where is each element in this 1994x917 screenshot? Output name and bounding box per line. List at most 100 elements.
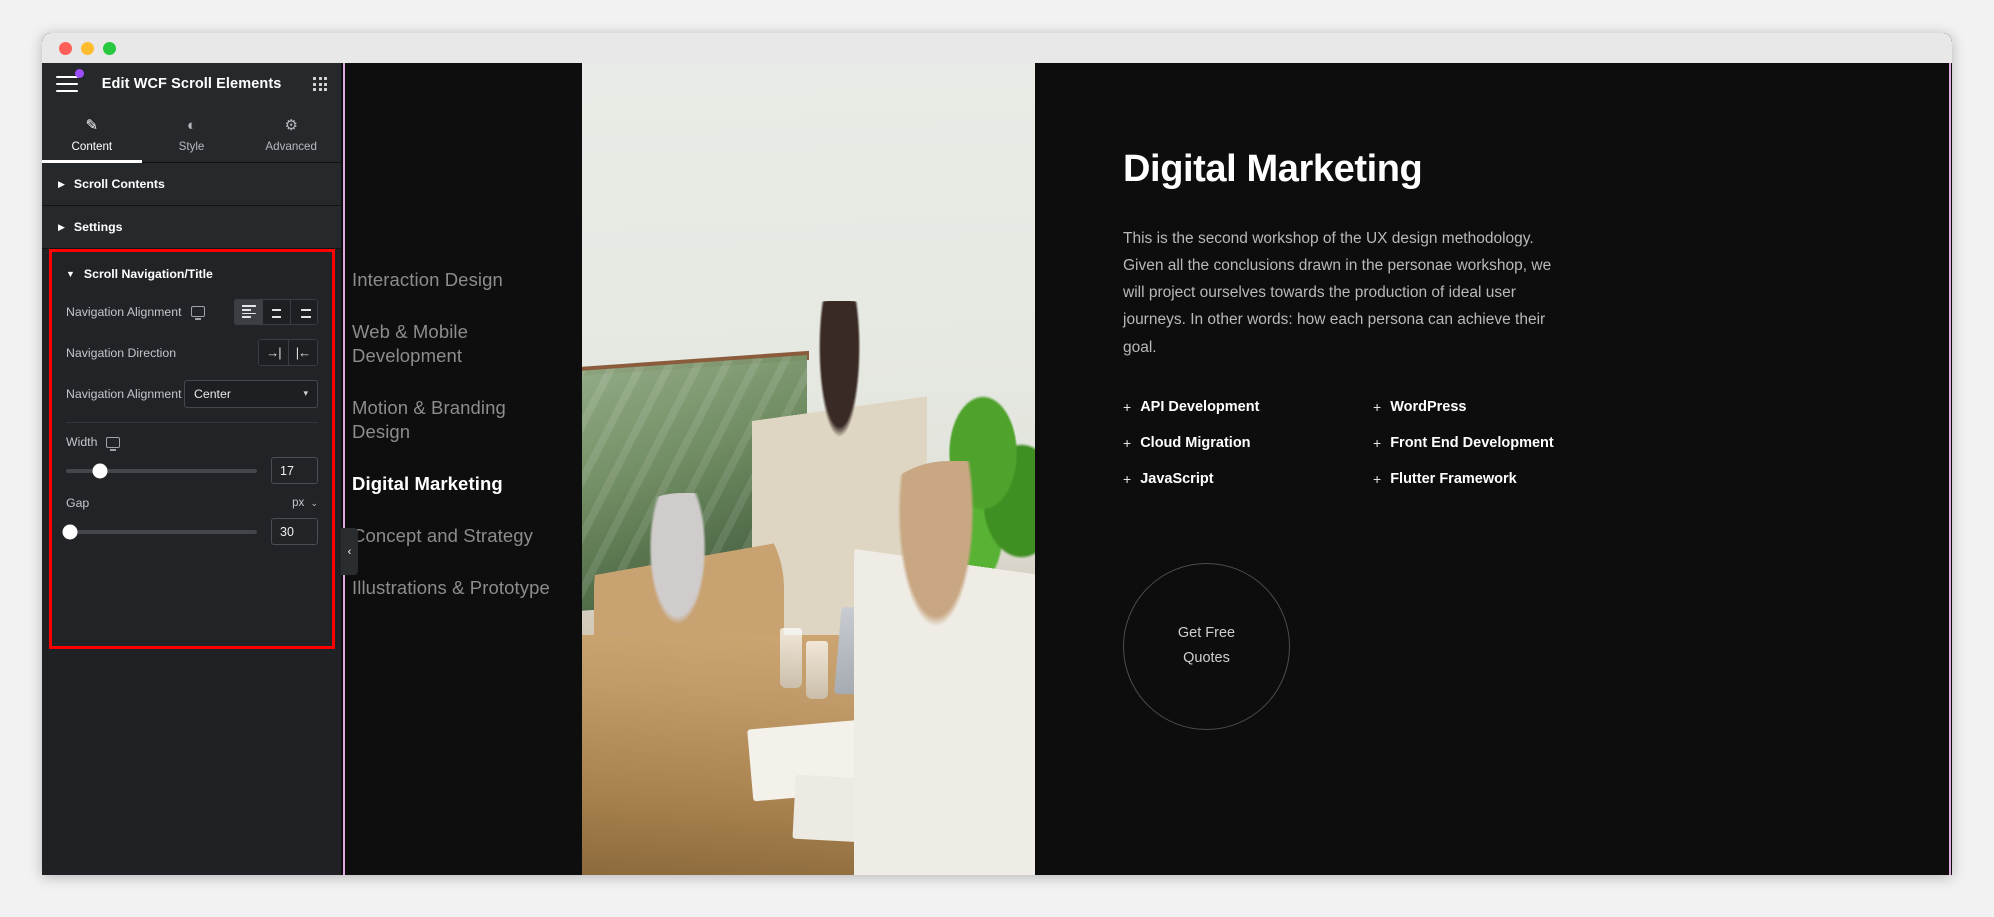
section-scroll-navigation-title-label: Scroll Navigation/Title xyxy=(83,267,213,281)
feature-item-front-end-development[interactable]: + Front End Development xyxy=(1373,435,1623,451)
hamburger-icon[interactable] xyxy=(56,69,84,92)
desktop-background: Edit WCF Scroll Elements ✎ Content ◐ Sty… xyxy=(0,0,1994,917)
close-window-button[interactable] xyxy=(59,41,72,55)
chevron-right-icon: ▶ xyxy=(58,221,65,232)
direction-rtl-button[interactable]: →| xyxy=(258,339,288,366)
width-slider-thumb[interactable] xyxy=(92,463,108,478)
align-left-button[interactable] xyxy=(234,298,262,325)
preview-canvas: Interaction Design Web & Mobile Developm… xyxy=(341,63,1952,875)
feature-label: Flutter Framework xyxy=(1390,470,1517,487)
row-navigation-alignment-select: Navigation Alignment Center ▾ xyxy=(66,375,318,412)
gap-input[interactable]: 30 xyxy=(271,518,318,545)
section-scroll-navigation-title[interactable]: ▼ Scroll Navigation/Title xyxy=(52,252,332,293)
nav-item-web-mobile-development[interactable]: Web & Mobile Development xyxy=(352,320,552,368)
panel-header: Edit WCF Scroll Elements xyxy=(42,63,341,105)
chevron-down-icon: ▼ xyxy=(66,269,75,279)
gear-icon: ⚙ xyxy=(284,117,298,134)
plus-icon: + xyxy=(1123,398,1132,415)
arrow-to-right-bar-icon: →| xyxy=(266,345,281,360)
width-label: Width xyxy=(66,435,98,449)
panel-collapse-button[interactable]: ‹ xyxy=(341,528,358,575)
minimize-window-button[interactable] xyxy=(81,41,94,55)
chevron-right-icon: ▶ xyxy=(58,178,65,189)
gap-unit-value: px xyxy=(292,497,305,509)
nav-item-motion-branding-design[interactable]: Motion & Branding Design xyxy=(352,396,552,444)
feature-item-flutter-framework[interactable]: + Flutter Framework xyxy=(1373,471,1623,487)
workshop-meeting-photo xyxy=(582,63,1035,875)
direction-button-group: →| |← xyxy=(258,339,318,366)
gap-slider[interactable] xyxy=(62,524,257,539)
maximize-window-button[interactable] xyxy=(103,41,116,55)
get-free-quotes-button[interactable]: Get Free Quotes xyxy=(1123,562,1290,730)
tab-style-label: Style xyxy=(178,140,205,153)
bar-to-left-arrow-icon: |← xyxy=(295,345,311,360)
section-settings[interactable]: ▶ Settings xyxy=(42,206,341,249)
width-label-row: Width xyxy=(66,435,318,449)
scroll-navigation-list: Interaction Design Web & Mobile Developm… xyxy=(341,63,581,875)
align-left-icon xyxy=(241,304,256,319)
tab-advanced-label: Advanced xyxy=(265,140,317,153)
align-right-icon xyxy=(297,305,311,319)
plus-icon: + xyxy=(1373,434,1382,451)
align-center-button[interactable] xyxy=(262,298,290,325)
feature-label: JavaScript xyxy=(1140,470,1214,487)
nav-item-concept-and-strategy[interactable]: Concept and Strategy xyxy=(352,524,552,548)
direction-ltr-button[interactable]: |← xyxy=(288,339,318,366)
width-input[interactable]: 17 xyxy=(271,457,318,484)
gap-slider-row: 30 xyxy=(62,518,318,545)
feature-label: WordPress xyxy=(1390,398,1467,415)
navigation-alignment-select[interactable]: Center ▾ xyxy=(184,379,318,408)
section-scroll-contents[interactable]: ▶ Scroll Contents xyxy=(42,163,341,206)
guide-line-right xyxy=(1949,63,1951,875)
scroll-content-panel: Digital Marketing This is the second wor… xyxy=(1035,63,1952,875)
feature-item-wordpress[interactable]: + WordPress xyxy=(1373,399,1623,415)
guide-line-left xyxy=(343,63,345,875)
navigation-alignment-select-label: Navigation Alignment xyxy=(66,386,182,401)
cta-line-2: Quotes xyxy=(1183,650,1230,667)
tab-style[interactable]: ◐ Style xyxy=(142,105,242,162)
cta-line-1: Get Free xyxy=(1177,625,1236,642)
pencil-icon: ✎ xyxy=(85,117,99,134)
desktop-monitor-icon[interactable] xyxy=(106,436,121,448)
feature-label: API Development xyxy=(1140,398,1260,415)
plus-icon: + xyxy=(1373,470,1382,487)
feature-item-javascript[interactable]: + JavaScript xyxy=(1123,471,1373,487)
tab-content[interactable]: ✎ Content xyxy=(42,105,142,163)
section-scroll-navigation-title-highlight: ▼ Scroll Navigation/Title Navigation Ali… xyxy=(49,249,335,649)
navigation-alignment-label: Navigation Alignment xyxy=(66,304,182,319)
gap-slider-thumb[interactable] xyxy=(62,524,78,539)
nav-item-digital-marketing[interactable]: Digital Marketing xyxy=(352,472,552,496)
plus-icon: + xyxy=(1123,470,1132,487)
grid-apps-icon[interactable] xyxy=(313,77,327,91)
nav-item-interaction-design[interactable]: Interaction Design xyxy=(352,268,552,292)
desktop-monitor-icon[interactable] xyxy=(190,306,205,317)
plus-icon: + xyxy=(1123,434,1132,451)
row-navigation-alignment-buttons: Navigation Alignment xyxy=(66,293,318,330)
contrast-circle-icon: ◐ xyxy=(186,117,197,134)
feature-list: + API Development + WordPress + Cloud Mi… xyxy=(1123,399,1643,487)
feature-item-api-development[interactable]: + API Development xyxy=(1123,399,1373,415)
align-right-button[interactable] xyxy=(290,298,318,325)
feature-label: Front End Development xyxy=(1390,434,1554,451)
width-slider[interactable] xyxy=(66,463,257,478)
width-slider-row: 17 xyxy=(66,457,318,484)
photo-person-right xyxy=(854,461,1035,875)
gap-unit-selector[interactable]: px ⌄ xyxy=(292,497,318,509)
editor-panel: Edit WCF Scroll Elements ✎ Content ◐ Sty… xyxy=(42,63,341,875)
alignment-button-group xyxy=(234,298,318,325)
nav-item-illustrations-prototype[interactable]: Illustrations & Prototype xyxy=(352,576,552,600)
plus-icon: + xyxy=(1373,398,1382,415)
section-settings-label: Settings xyxy=(73,220,123,234)
tab-advanced[interactable]: ⚙ Advanced xyxy=(241,105,341,162)
align-center-icon xyxy=(270,305,284,319)
photo-glass xyxy=(806,641,828,699)
content-description: This is the second workshop of the UX de… xyxy=(1123,230,1552,356)
divider xyxy=(66,422,318,423)
navigation-direction-label: Navigation Direction xyxy=(66,345,177,360)
gap-label-row: Gap px ⌄ xyxy=(66,496,318,510)
editor-workspace: Edit WCF Scroll Elements ✎ Content ◐ Sty… xyxy=(42,63,1952,875)
feature-item-cloud-migration[interactable]: + Cloud Migration xyxy=(1123,435,1373,451)
chevron-down-icon: ⌄ xyxy=(310,498,318,508)
gap-label: Gap xyxy=(66,496,90,510)
scroll-navigation-controls: Navigation Alignment Navigation Directio… xyxy=(52,293,332,545)
